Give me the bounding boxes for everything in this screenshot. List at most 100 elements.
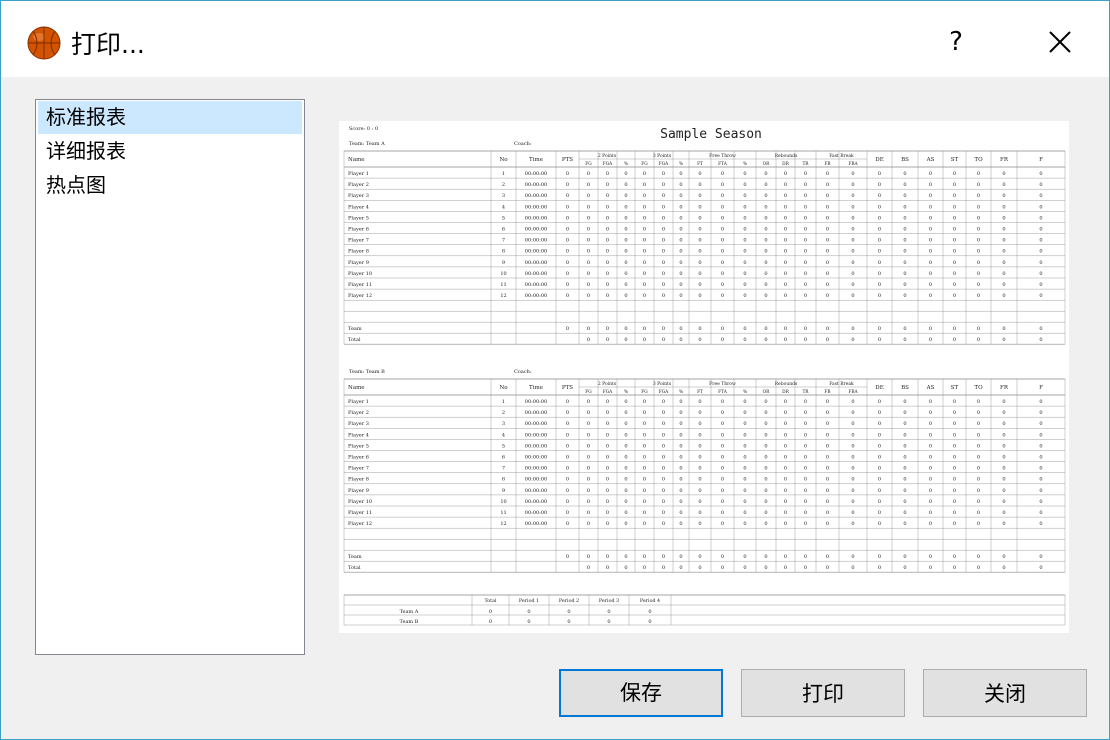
close-button[interactable]: 关闭 [923, 669, 1087, 717]
stat-value: 0 [721, 499, 724, 505]
stat-value: 0 [929, 410, 932, 416]
stat-value: 0 [566, 260, 569, 266]
stat-value: 0 [743, 271, 746, 277]
stat-value: 0 [662, 499, 665, 505]
stat-value: 0 [1039, 466, 1042, 472]
stat-value: 0 [698, 477, 701, 483]
period-value: 0 [489, 609, 492, 615]
stat-value: 0 [929, 488, 932, 494]
stat-value: 0 [764, 499, 767, 505]
stat-value: 0 [764, 193, 767, 199]
stat-value: 0 [743, 499, 746, 505]
report-type-detailed[interactable]: 详细报表 [38, 135, 302, 168]
stat-value: 0 [606, 565, 609, 571]
stat-value: 0 [826, 565, 829, 571]
stat-value: 0 [1039, 554, 1042, 560]
stat-value: 0 [1039, 421, 1042, 427]
stat-value: 0 [587, 326, 590, 332]
stat-value: 0 [764, 477, 767, 483]
stat-value: 0 [826, 293, 829, 299]
stat-value: 0 [953, 554, 956, 560]
stat-value: 0 [606, 204, 609, 210]
stat-value: 0 [826, 227, 829, 233]
stat-value: 0 [929, 443, 932, 449]
stat-value: 0 [851, 249, 854, 255]
column-header: FB [824, 162, 830, 167]
group-header: Fast Break [829, 153, 854, 159]
column-header: DE [875, 157, 883, 163]
stat-value: 0 [929, 337, 932, 343]
stat-value: 0 [587, 271, 590, 277]
stat-value: 0 [804, 271, 807, 277]
stat-value: 0 [1002, 282, 1005, 288]
report-type-heatmap[interactable]: 热点图 [38, 169, 302, 202]
stat-value: 0 [606, 171, 609, 177]
stat-value: 0 [662, 193, 665, 199]
column-header: No [499, 385, 508, 391]
basketball-icon [27, 26, 61, 60]
stat-value: 0 [698, 399, 701, 405]
stat-value: 0 [1039, 282, 1042, 288]
stat-value: 0 [721, 271, 724, 277]
period-value: 0 [527, 619, 530, 625]
stat-value: 0 [764, 510, 767, 516]
stat-value: 0 [566, 421, 569, 427]
column-header: FR [1000, 385, 1009, 391]
player-name: Player 5 [348, 443, 369, 449]
stat-value: 0 [929, 249, 932, 255]
stat-value: 0 [804, 554, 807, 560]
stat-value: 0 [566, 466, 569, 472]
stat-value: 0 [878, 215, 881, 221]
stat-value: 0 [1039, 510, 1042, 516]
stat-value: 0 [698, 521, 701, 527]
stat-value: 0 [1002, 326, 1005, 332]
stat-value: 0 [587, 204, 590, 210]
stat-value: 0 [1002, 204, 1005, 210]
stat-value: 0 [721, 193, 724, 199]
stat-value: 0 [624, 293, 627, 299]
stat-value: 0 [826, 260, 829, 266]
player-number: 11 [500, 510, 506, 516]
stat-value: 0 [784, 227, 787, 233]
report-type-list[interactable]: 标准报表 详细报表 热点图 [35, 99, 305, 655]
stat-value: 0 [804, 193, 807, 199]
stat-value: 0 [929, 271, 932, 277]
stat-value: 0 [878, 271, 881, 277]
stat-value: 0 [566, 443, 569, 449]
stat-value: 0 [587, 477, 590, 483]
stat-value: 0 [698, 326, 701, 332]
stat-value: 0 [1002, 182, 1005, 188]
stat-value: 0 [1039, 204, 1042, 210]
stat-value: 0 [929, 421, 932, 427]
close-window-button[interactable] [1037, 19, 1083, 65]
stat-value: 0 [566, 238, 569, 244]
stat-value: 0 [566, 477, 569, 483]
stat-value: 0 [566, 227, 569, 233]
stat-value: 0 [643, 421, 646, 427]
stat-value: 0 [851, 282, 854, 288]
period-value: 0 [489, 619, 492, 625]
stat-value: 0 [764, 337, 767, 343]
stat-value: 0 [721, 215, 724, 221]
player-name: Player 9 [348, 488, 369, 494]
stat-value: 0 [1039, 271, 1042, 277]
stat-value: 0 [587, 421, 590, 427]
stat-value: 0 [826, 521, 829, 527]
stat-value: 0 [606, 271, 609, 277]
stat-value: 0 [784, 554, 787, 560]
help-button[interactable]: ? [929, 19, 983, 65]
stat-value: 0 [662, 337, 665, 343]
stat-value: 0 [624, 488, 627, 494]
player-name: Player 1 [348, 399, 369, 405]
stat-value: 0 [624, 271, 627, 277]
print-button[interactable]: 打印 [741, 669, 905, 717]
stat-value: 0 [1002, 488, 1005, 494]
stat-value: 0 [1039, 455, 1042, 461]
stat-value: 0 [743, 477, 746, 483]
stat-value: 0 [606, 455, 609, 461]
report-type-standard[interactable]: 标准报表 [38, 101, 302, 134]
coach-label: Coach: [514, 141, 532, 147]
stat-value: 0 [929, 193, 932, 199]
stat-value: 0 [624, 399, 627, 405]
save-button[interactable]: 保存 [559, 669, 723, 717]
